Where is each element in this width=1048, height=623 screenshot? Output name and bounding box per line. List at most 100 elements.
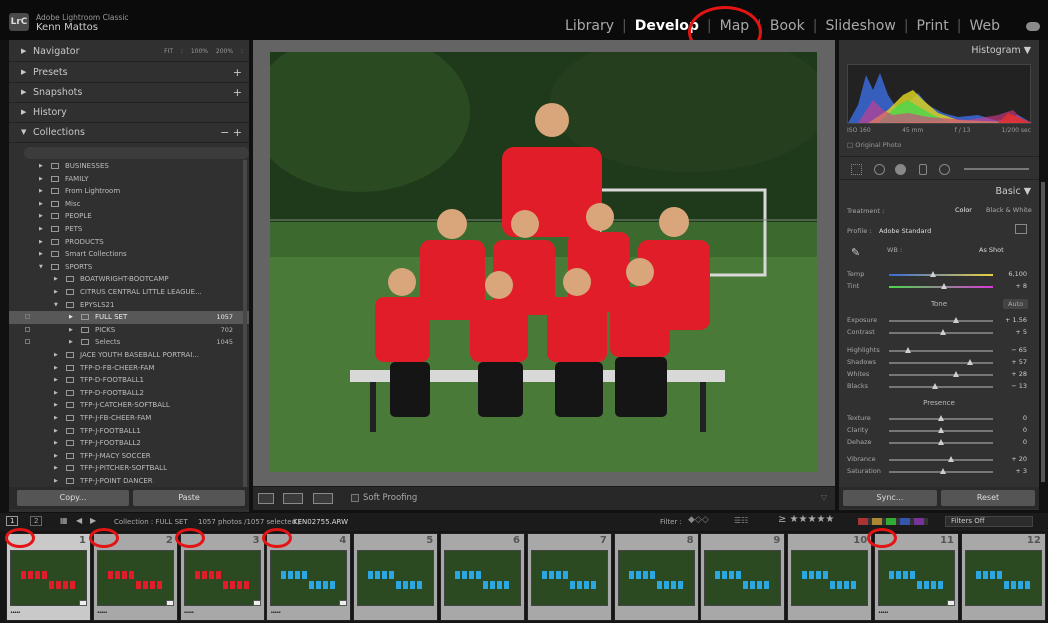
collection-item[interactable]: ▶ BOATWRIGHT-BOOTCAMP [9,273,249,286]
expand-triangle-icon[interactable]: ▶ [54,352,58,358]
slider-thumb[interactable] [938,415,944,421]
slider-track[interactable] [889,383,993,389]
radial-filter-icon[interactable] [939,164,950,175]
expand-triangle-icon[interactable]: ▶ [54,453,58,459]
slider-thumb[interactable] [940,329,947,335]
add-collection-icon[interactable]: − + [220,126,242,139]
brush-size-slider[interactable] [964,168,1029,170]
expand-triangle-icon[interactable]: ▶ [54,289,58,295]
slider-thumb[interactable] [948,456,955,462]
expand-triangle-icon[interactable]: ▶ [39,239,43,245]
collection-item[interactable]: ▶ TFP-J-FOOTBALL1 [9,425,249,438]
collection-item[interactable]: ▶ TFP-J-FOOTBALL2 [9,437,249,450]
navigator-zoom-options[interactable]: FIT : 100% 200% : [164,48,243,55]
module-map[interactable]: Map [712,18,758,34]
loupe-view-icon[interactable] [258,493,274,504]
slider-value[interactable]: 0 [1023,426,1027,434]
expand-triangle-icon[interactable]: ▶ [54,465,58,471]
expand-triangle-icon[interactable]: ▶ [39,163,43,169]
filmstrip-thumbnail[interactable]: 8 [613,533,699,621]
edit-status-filter-icon[interactable]: ☰☷ [734,516,748,525]
slider-value[interactable]: + 1.56 [1005,316,1027,324]
slider-value[interactable]: + 57 [1011,358,1027,366]
expand-triangle-icon[interactable]: ▶ [54,390,58,396]
slider-thumb[interactable] [938,439,944,445]
filmstrip-thumbnail[interactable]: 5 [353,533,439,621]
slider-value[interactable]: + 28 [1011,370,1027,378]
collection-item[interactable]: ▶ CITRUS CENTRAL LITTLE LEAGUE... [9,286,249,299]
slider-track[interactable] [889,329,993,335]
collection-item[interactable]: ▶ BUSINESSES [9,160,249,173]
collection-item[interactable]: ▶ FAMILY [9,173,249,186]
auto-tone-button[interactable]: Auto [1003,299,1029,309]
expand-triangle-icon[interactable]: ▶ [69,339,73,345]
module-web[interactable]: Web [961,18,1008,34]
expand-triangle-icon[interactable]: ▶ [69,314,73,320]
histogram[interactable] [847,64,1032,124]
collection-item[interactable]: ▼ EPYSLS21 [9,299,249,312]
history-header[interactable]: ▶ History [9,103,249,123]
slider-thumb[interactable] [904,347,911,353]
module-print[interactable]: Print [909,18,957,34]
collection-item[interactable]: ▶ TFP-J-FB-CHEER-FAM [9,412,249,425]
eyedropper-icon[interactable]: ✎ [851,246,860,259]
slider-track[interactable] [889,271,993,277]
slider-value[interactable]: 0 [1023,438,1027,446]
slider-thumb[interactable] [938,427,944,433]
expand-triangle-icon[interactable]: ▶ [54,428,58,434]
sync-button[interactable]: Sync... [843,490,937,506]
slider-thumb[interactable] [931,383,938,389]
collection-item[interactable]: ▶ TFP-D-FOOTBALL1 [9,374,249,387]
filmstrip-thumbnail[interactable]: 9 [700,533,786,621]
collection-item[interactable]: ▶ FULL SET 1057 [9,311,249,324]
user-name[interactable]: Kenn Mattos [36,22,98,33]
slider-thumb[interactable] [940,468,947,474]
toolbar-menu-chevron-icon[interactable]: ▽ [821,493,827,502]
filmstrip-thumbnail[interactable]: 10 [787,533,873,621]
expand-triangle-icon[interactable]: ▶ [39,213,43,219]
slider-thumb[interactable] [952,371,959,377]
collection-item[interactable]: ▶ TFP-J-POINT DANCER [9,475,249,488]
slider-track[interactable] [889,317,993,323]
slider-track[interactable] [889,415,993,421]
slider-value[interactable]: + 8 [1015,282,1027,290]
collection-item[interactable]: ▶ Misc [9,198,249,211]
color-label-filter[interactable] [858,518,928,525]
basic-panel-title[interactable]: Basic ▼ [996,186,1031,197]
filmstrip-thumbnail[interactable]: 2 ••••• [92,533,178,621]
profile-dropdown[interactable]: Adobe Standard [879,227,931,235]
treatment-bw-button[interactable]: Black & White [986,206,1032,214]
main-photo[interactable] [270,52,817,472]
slider-thumb[interactable] [929,271,936,277]
slider-value[interactable]: + 5 [1015,328,1027,336]
collection-item[interactable]: ▶ From Lightroom [9,185,249,198]
slider-track[interactable] [889,371,993,377]
slider-track[interactable] [889,427,993,433]
slider-track[interactable] [889,359,993,365]
collection-item[interactable]: ▶ TFP-D-FB-CHEER-FAM [9,362,249,375]
slider-value[interactable]: + 20 [1011,455,1027,463]
profile-browser-icon[interactable] [1015,224,1027,234]
back-arrow-icon[interactable]: ◀ [76,516,82,525]
slider-value[interactable]: − 65 [1011,346,1027,354]
collection-item[interactable]: ▶ TFP-J-PITCHER-SOFTBALL [9,462,249,475]
expand-triangle-icon[interactable]: ▶ [39,176,43,182]
collection-item[interactable]: ▶ PICKS 702 [9,324,249,337]
expand-triangle-icon[interactable]: ▶ [69,327,73,333]
slider-value[interactable]: 6,100 [1008,270,1027,278]
expand-triangle-icon[interactable]: ▶ [54,478,58,484]
collection-filter-input[interactable] [24,147,249,159]
filmstrip-thumbnail[interactable]: 7 [526,533,612,621]
reset-button[interactable]: Reset [941,490,1035,506]
add-preset-icon[interactable]: + [233,66,242,79]
module-book[interactable]: Book [762,18,813,34]
collection-item[interactable]: ▶ TFP-J-CATCHER-SOFTBALL [9,399,249,412]
expand-triangle-icon[interactable]: ▶ [39,226,43,232]
expand-triangle-icon[interactable]: ▶ [54,377,58,383]
filmstrip-thumbnail[interactable]: 1 ••••• [6,533,91,621]
collection-item[interactable]: ▶ PETS [9,223,249,236]
cloud-sync-icon[interactable] [1026,22,1040,31]
paste-button[interactable]: Paste [133,490,245,506]
flag-filter-icons[interactable]: ◆◇◇ [688,515,709,525]
quick-collection-checkbox[interactable] [25,326,30,332]
